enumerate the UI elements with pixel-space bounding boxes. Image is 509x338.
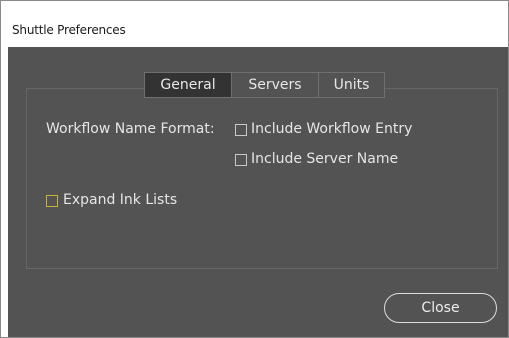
include-workflow-entry-label[interactable]: Include Workflow Entry [251, 121, 412, 137]
close-button[interactable]: Close [384, 293, 497, 323]
tab-panel [26, 88, 498, 269]
include-server-name-checkbox[interactable] [235, 154, 247, 166]
title-bar: Shuttle Preferences [1, 1, 508, 47]
expand-ink-lists-checkbox[interactable] [46, 195, 58, 207]
tab-bar: General Servers Units [144, 72, 385, 98]
workflow-name-format-label: Workflow Name Format: [46, 121, 215, 137]
tab-units[interactable]: Units [318, 73, 384, 97]
expand-ink-lists-label[interactable]: Expand Ink Lists [63, 192, 177, 208]
tab-servers[interactable]: Servers [231, 73, 318, 97]
window-title: Shuttle Preferences [12, 23, 126, 37]
tab-general[interactable]: General [145, 73, 231, 97]
include-server-name-label[interactable]: Include Server Name [251, 151, 398, 167]
include-workflow-entry-checkbox[interactable] [235, 124, 247, 136]
dialog-body: General Servers Units Workflow Name Form… [8, 47, 508, 337]
preferences-dialog: Shuttle Preferences General Servers Unit… [0, 0, 509, 338]
